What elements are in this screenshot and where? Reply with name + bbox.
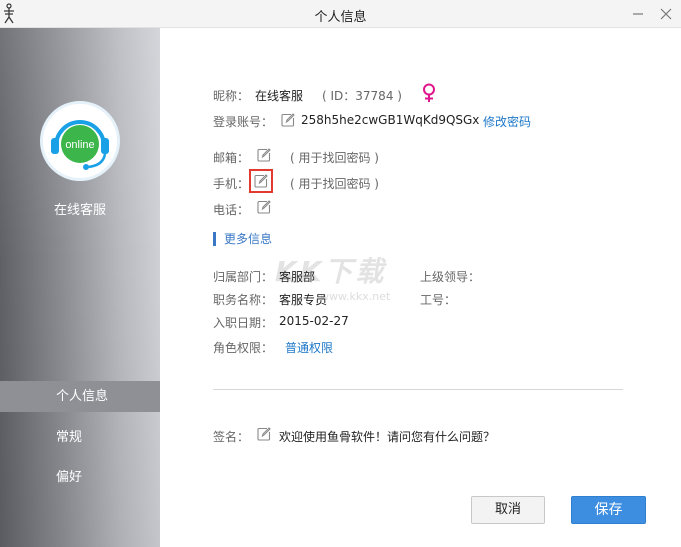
edit-signature-icon[interactable] xyxy=(257,427,271,441)
email-label: 邮箱： xyxy=(213,151,250,165)
employee-no-label: 工号： xyxy=(420,293,457,307)
role-link[interactable]: 普通权限 xyxy=(285,339,333,356)
change-password-link[interactable]: 修改密码 xyxy=(483,113,531,130)
save-button[interactable]: 保存 xyxy=(571,496,646,524)
role-label: 角色权限： xyxy=(213,341,274,355)
divider xyxy=(213,389,623,390)
window-title: 个人信息 xyxy=(314,10,367,25)
sidebar-item-label: 个人信息 xyxy=(56,389,109,404)
minimize-icon xyxy=(633,13,643,15)
more-info-title: 更多信息 xyxy=(213,232,272,246)
sidebar-item-general[interactable]: 常规 xyxy=(0,422,160,453)
customer-service-avatar-icon: online xyxy=(45,106,115,176)
nickname-label: 昵称： xyxy=(213,89,250,103)
edit-tel-icon[interactable] xyxy=(257,200,271,214)
sidebar-item-personal-info[interactable]: 个人信息 xyxy=(0,381,160,412)
minimize-button[interactable] xyxy=(628,4,648,24)
department-label: 归属部门： xyxy=(213,270,274,284)
svg-text:online: online xyxy=(65,139,94,151)
close-button[interactable] xyxy=(656,4,676,24)
account-label: 登录账号： xyxy=(213,115,274,129)
hire-date-label: 入职日期： xyxy=(213,316,274,330)
sidebar-item-label: 常规 xyxy=(56,430,83,445)
supervisor-label: 上级领导： xyxy=(420,270,481,284)
position-label: 职务名称： xyxy=(213,293,274,307)
position-value: 客服专员 xyxy=(279,293,328,307)
watermark-url: www.kkx.net xyxy=(320,290,391,303)
department-value: 客服部 xyxy=(279,270,316,284)
hire-date-value: 2015-02-27 xyxy=(279,314,349,328)
tel-label: 电话： xyxy=(213,203,250,217)
signature-text: 欢迎使用鱼骨软件！请问您有什么问题？ xyxy=(279,430,496,444)
phone-label: 手机： xyxy=(213,177,250,191)
female-icon xyxy=(423,83,435,102)
sidebar-item-label: 偏好 xyxy=(56,470,83,485)
user-id: ( ID：37784 ) xyxy=(322,89,402,103)
nickname-value: 在线客服 xyxy=(255,89,304,103)
email-hint: ( 用于找回密码 ) xyxy=(290,151,379,165)
phone-hint: ( 用于找回密码 ) xyxy=(290,177,379,191)
sidebar-user-name: 在线客服 xyxy=(53,203,106,218)
edit-email-icon[interactable] xyxy=(257,148,271,162)
signature-label: 签名： xyxy=(213,430,250,444)
close-icon xyxy=(660,8,672,20)
sidebar-item-preferences[interactable]: 偏好 xyxy=(0,462,160,493)
sidebar: online 在线客服 个人信息 常规 偏好 xyxy=(0,28,160,547)
cancel-button[interactable]: 取消 xyxy=(471,496,545,524)
title-bar: 个人信息 xyxy=(0,0,681,28)
edit-account-icon[interactable] xyxy=(281,113,295,127)
edit-phone-icon[interactable] xyxy=(254,174,268,188)
account-value: 258h5he2cwGB1WqKd9QSGx xyxy=(301,113,480,127)
avatar[interactable]: online xyxy=(40,101,120,181)
